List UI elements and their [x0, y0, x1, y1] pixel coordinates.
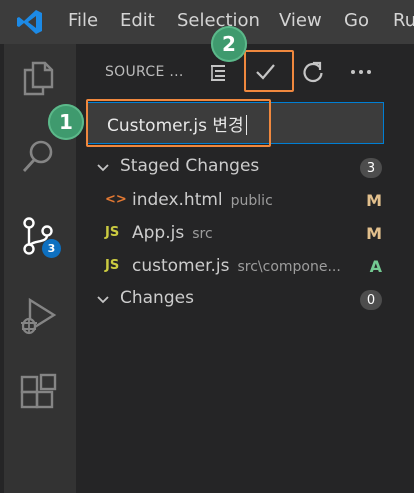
file-path: public [230, 193, 273, 209]
menu-run[interactable]: Ru [393, 10, 414, 31]
extensions-icon [20, 373, 57, 409]
ellipsis-icon [351, 70, 371, 74]
chevron-down-icon [97, 164, 109, 172]
menu-bar: File Edit Selection View Go Ru [0, 0, 414, 44]
staged-count-badge: 3 [360, 158, 382, 178]
file-path: src\compone... [237, 259, 341, 275]
file-name: customer.js [132, 256, 230, 276]
commit-message-highlight [86, 99, 271, 147]
more-actions-button[interactable] [346, 57, 376, 87]
refresh-icon [303, 61, 323, 83]
vscode-window: File Edit Selection View Go Ru 3 SOURCE … [0, 0, 414, 493]
file-entry: customer.js src\compone... [132, 256, 341, 276]
file-name: App.js [132, 223, 185, 243]
step-2-marker: 2 [211, 26, 247, 62]
file-row[interactable]: <> index.html public M [76, 186, 414, 218]
activity-run-debug[interactable] [0, 284, 76, 348]
file-status-added: A [369, 257, 382, 276]
menu-view[interactable]: View [279, 10, 322, 31]
file-path: src [192, 226, 213, 242]
changes-group[interactable]: Changes 0 [76, 284, 414, 316]
staged-changes-group[interactable]: Staged Changes 3 [76, 152, 414, 184]
file-name: index.html [132, 190, 223, 210]
file-row[interactable]: JS customer.js src\compone... A [76, 252, 414, 284]
js-file-icon: JS [105, 225, 120, 240]
chevron-down-icon [97, 296, 109, 304]
file-status-modified: M [366, 191, 382, 210]
menu-file[interactable]: File [68, 10, 98, 31]
step-1-marker: 1 [48, 104, 84, 140]
vscode-logo-icon [17, 10, 42, 34]
panel-title: SOURCE ... [105, 64, 184, 80]
file-row[interactable]: JS App.js src M [76, 219, 414, 251]
html-file-icon: <> [105, 192, 127, 207]
staged-changes-label: Staged Changes [120, 156, 260, 176]
changes-count-badge: 0 [360, 290, 382, 310]
changes-label: Changes [120, 288, 194, 308]
menu-edit[interactable]: Edit [120, 10, 155, 31]
search-icon [22, 140, 53, 172]
window-edge [0, 44, 4, 493]
activity-extensions[interactable] [0, 360, 76, 424]
js-file-icon: JS [105, 258, 120, 273]
file-entry: index.html public [132, 190, 273, 210]
files-icon [23, 61, 54, 96]
file-status-modified: M [366, 224, 382, 243]
source-control-badge: 3 [42, 239, 61, 258]
activity-explorer[interactable] [0, 46, 76, 110]
menu-go[interactable]: Go [344, 10, 369, 31]
run-debug-icon [21, 297, 57, 335]
file-entry: App.js src [132, 223, 213, 243]
refresh-button[interactable] [298, 57, 328, 87]
activity-source-control[interactable]: 3 [0, 204, 76, 268]
commit-button-highlight [244, 50, 294, 92]
list-tree-icon [211, 65, 225, 81]
